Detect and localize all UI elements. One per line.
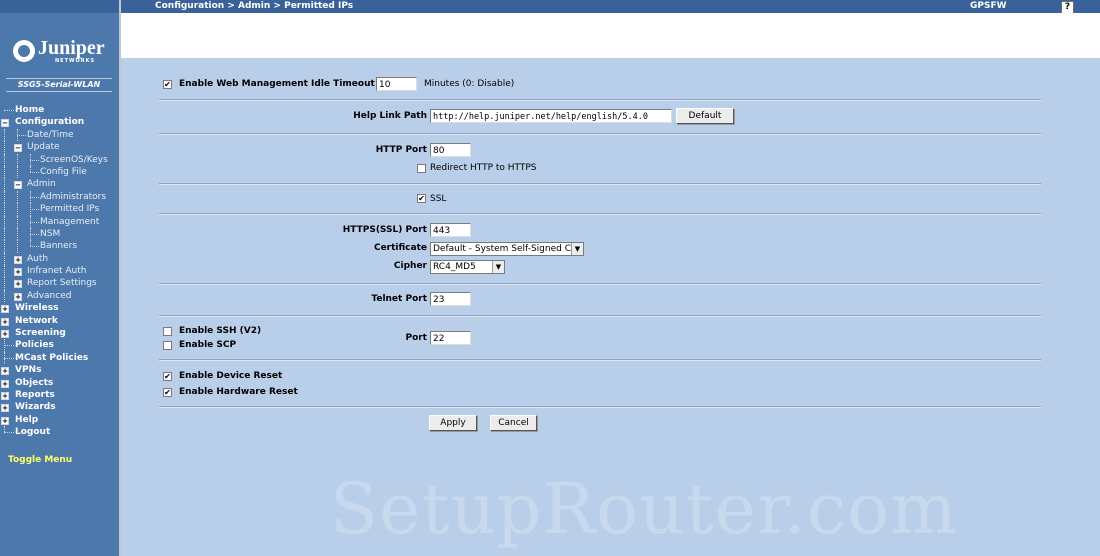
nav-item-reports[interactable]: + Reports [0,389,119,401]
nav-item-administrators[interactable]: Administrators [0,190,119,204]
ssh-port-label: Port [405,333,427,343]
juniper-logo: Juniper NETWORKS [13,37,110,64]
nav-item-logout[interactable]: Logout [0,426,119,438]
expand-icon[interactable]: + [14,280,22,289]
https-port-input[interactable]: 443 [430,223,471,237]
expand-icon[interactable]: + [1,305,9,314]
nav-item-network[interactable]: + Network [0,315,119,327]
nav-item-permitted-ips[interactable]: Permitted IPs [0,203,119,216]
device-reset-label: Enable Device Reset [179,371,283,381]
top-bar: Configuration > Admin > Permitted IPs GP… [121,0,1100,14]
ssl-label: SSL [430,194,447,204]
cipher-select[interactable]: RC4_MD5 ▼ [430,260,505,274]
toggle-menu-link[interactable]: Toggle Menu [8,455,72,465]
nav-item-objects[interactable]: + Objects [0,377,119,389]
redirect-https-checkbox[interactable] [417,164,426,173]
expand-icon[interactable]: + [14,268,22,277]
expand-icon[interactable]: + [1,317,9,326]
nav-item-wireless[interactable]: + Wireless [0,302,119,314]
expand-icon[interactable]: + [1,330,9,339]
nav-item-configuration[interactable]: − Configuration [0,116,119,128]
expand-icon[interactable]: + [14,292,22,301]
telnet-port-label: Telnet Port [371,294,427,304]
expand-icon[interactable]: + [1,367,9,376]
nav-item-report-settings[interactable]: + Report Settings [0,277,119,290]
nav-item-update[interactable]: − Update [0,141,119,154]
ssh-port-input[interactable]: 22 [430,331,471,345]
cancel-button[interactable]: Cancel [490,415,537,431]
nav-item-wizards[interactable]: + Wizards [0,401,119,413]
collapse-icon[interactable]: − [14,181,22,190]
nav-item-vpns[interactable]: + VPNs [0,364,119,376]
device-hostname: GPSFW [970,1,1007,11]
hardware-reset-label: Enable Hardware Reset [179,387,298,397]
nav-item-home[interactable]: Home [0,104,119,116]
sidebar: Juniper NETWORKS SSG5-Serial-WLAN Home −… [0,0,121,556]
certificate-label: Certificate [373,243,427,253]
device-reset-checkbox[interactable]: ✔ [163,372,172,381]
expand-icon[interactable]: + [1,379,9,388]
idle-timeout-input[interactable]: 10 [376,77,417,91]
scp-checkbox[interactable] [163,341,172,350]
nav-item-admin[interactable]: − Admin [0,178,119,191]
logo-text: Juniper [38,37,105,59]
nav-item-screening[interactable]: + Screening [0,327,119,339]
nav-item-auth[interactable]: + Auth [0,252,119,266]
chevron-down-icon: ▼ [571,243,583,255]
expand-icon[interactable]: + [14,255,22,264]
ssl-checkbox[interactable]: ✔ [417,194,426,203]
expand-icon[interactable]: + [1,391,9,400]
http-port-input[interactable]: 80 [430,143,471,157]
expand-icon[interactable]: + [1,404,9,413]
certificate-selected-value: Default - System Self-Signed Cert [433,244,584,254]
idle-timeout-unit: Minutes (0: Disable) [424,79,515,89]
nav-item-nsm[interactable]: NSM [0,227,119,241]
idle-timeout-label: Enable Web Management Idle Timeout [179,79,375,89]
nav-item-policies[interactable]: Policies [0,339,119,352]
nav-item-date-time[interactable]: Date/Time [0,128,119,142]
nav-item-banners[interactable]: Banners [0,240,119,253]
collapse-icon[interactable]: − [1,119,9,128]
https-port-label: HTTPS(SSL) Port [342,225,427,235]
collapse-icon[interactable]: − [14,144,22,153]
ssh-checkbox[interactable] [163,327,172,336]
breadcrumb: Configuration > Admin > Permitted IPs [155,1,354,11]
device-model-label: SSG5-Serial-WLAN [6,78,112,92]
nav-item-mcast-policies[interactable]: MCast Policies [0,351,119,365]
header-banner [121,13,1100,58]
redirect-https-label: Redirect HTTP to HTTPS [430,163,537,173]
telnet-port-input[interactable]: 23 [430,292,471,306]
apply-button[interactable]: Apply [429,415,477,431]
sidebar-header-strip [0,0,119,13]
logo-subtext: NETWORKS [55,58,96,64]
default-button[interactable]: Default [676,108,734,124]
http-port-label: HTTP Port [375,145,427,155]
cipher-label: Cipher [393,261,427,271]
nav-item-config-file[interactable]: Config File [0,165,119,179]
nav-tree: Home − Configuration Date/Time − Update … [0,104,119,439]
help-link-input[interactable]: http://help.juniper.net/help/english/5.4… [430,109,672,123]
admin-management-form: ✔ Enable Web Management Idle Timeout 10 … [121,58,1100,556]
nav-item-help[interactable]: + Help [0,414,119,426]
juniper-badge-icon [13,40,35,62]
nav-item-screenos-keys[interactable]: ScreenOS/Keys [0,153,119,166]
hardware-reset-checkbox[interactable]: ✔ [163,388,172,397]
chevron-down-icon: ▼ [492,261,504,273]
nav-item-advanced[interactable]: + Advanced [0,289,119,303]
certificate-select[interactable]: Default - System Self-Signed Cert ▼ [430,242,584,256]
help-link-label: Help Link Path [353,111,427,121]
nav-item-infranet-auth[interactable]: + Infranet Auth [0,265,119,278]
nav-item-management[interactable]: Management [0,215,119,228]
expand-icon[interactable]: + [1,416,9,425]
idle-timeout-checkbox[interactable]: ✔ [163,80,172,89]
cipher-selected-value: RC4_MD5 [433,262,476,272]
